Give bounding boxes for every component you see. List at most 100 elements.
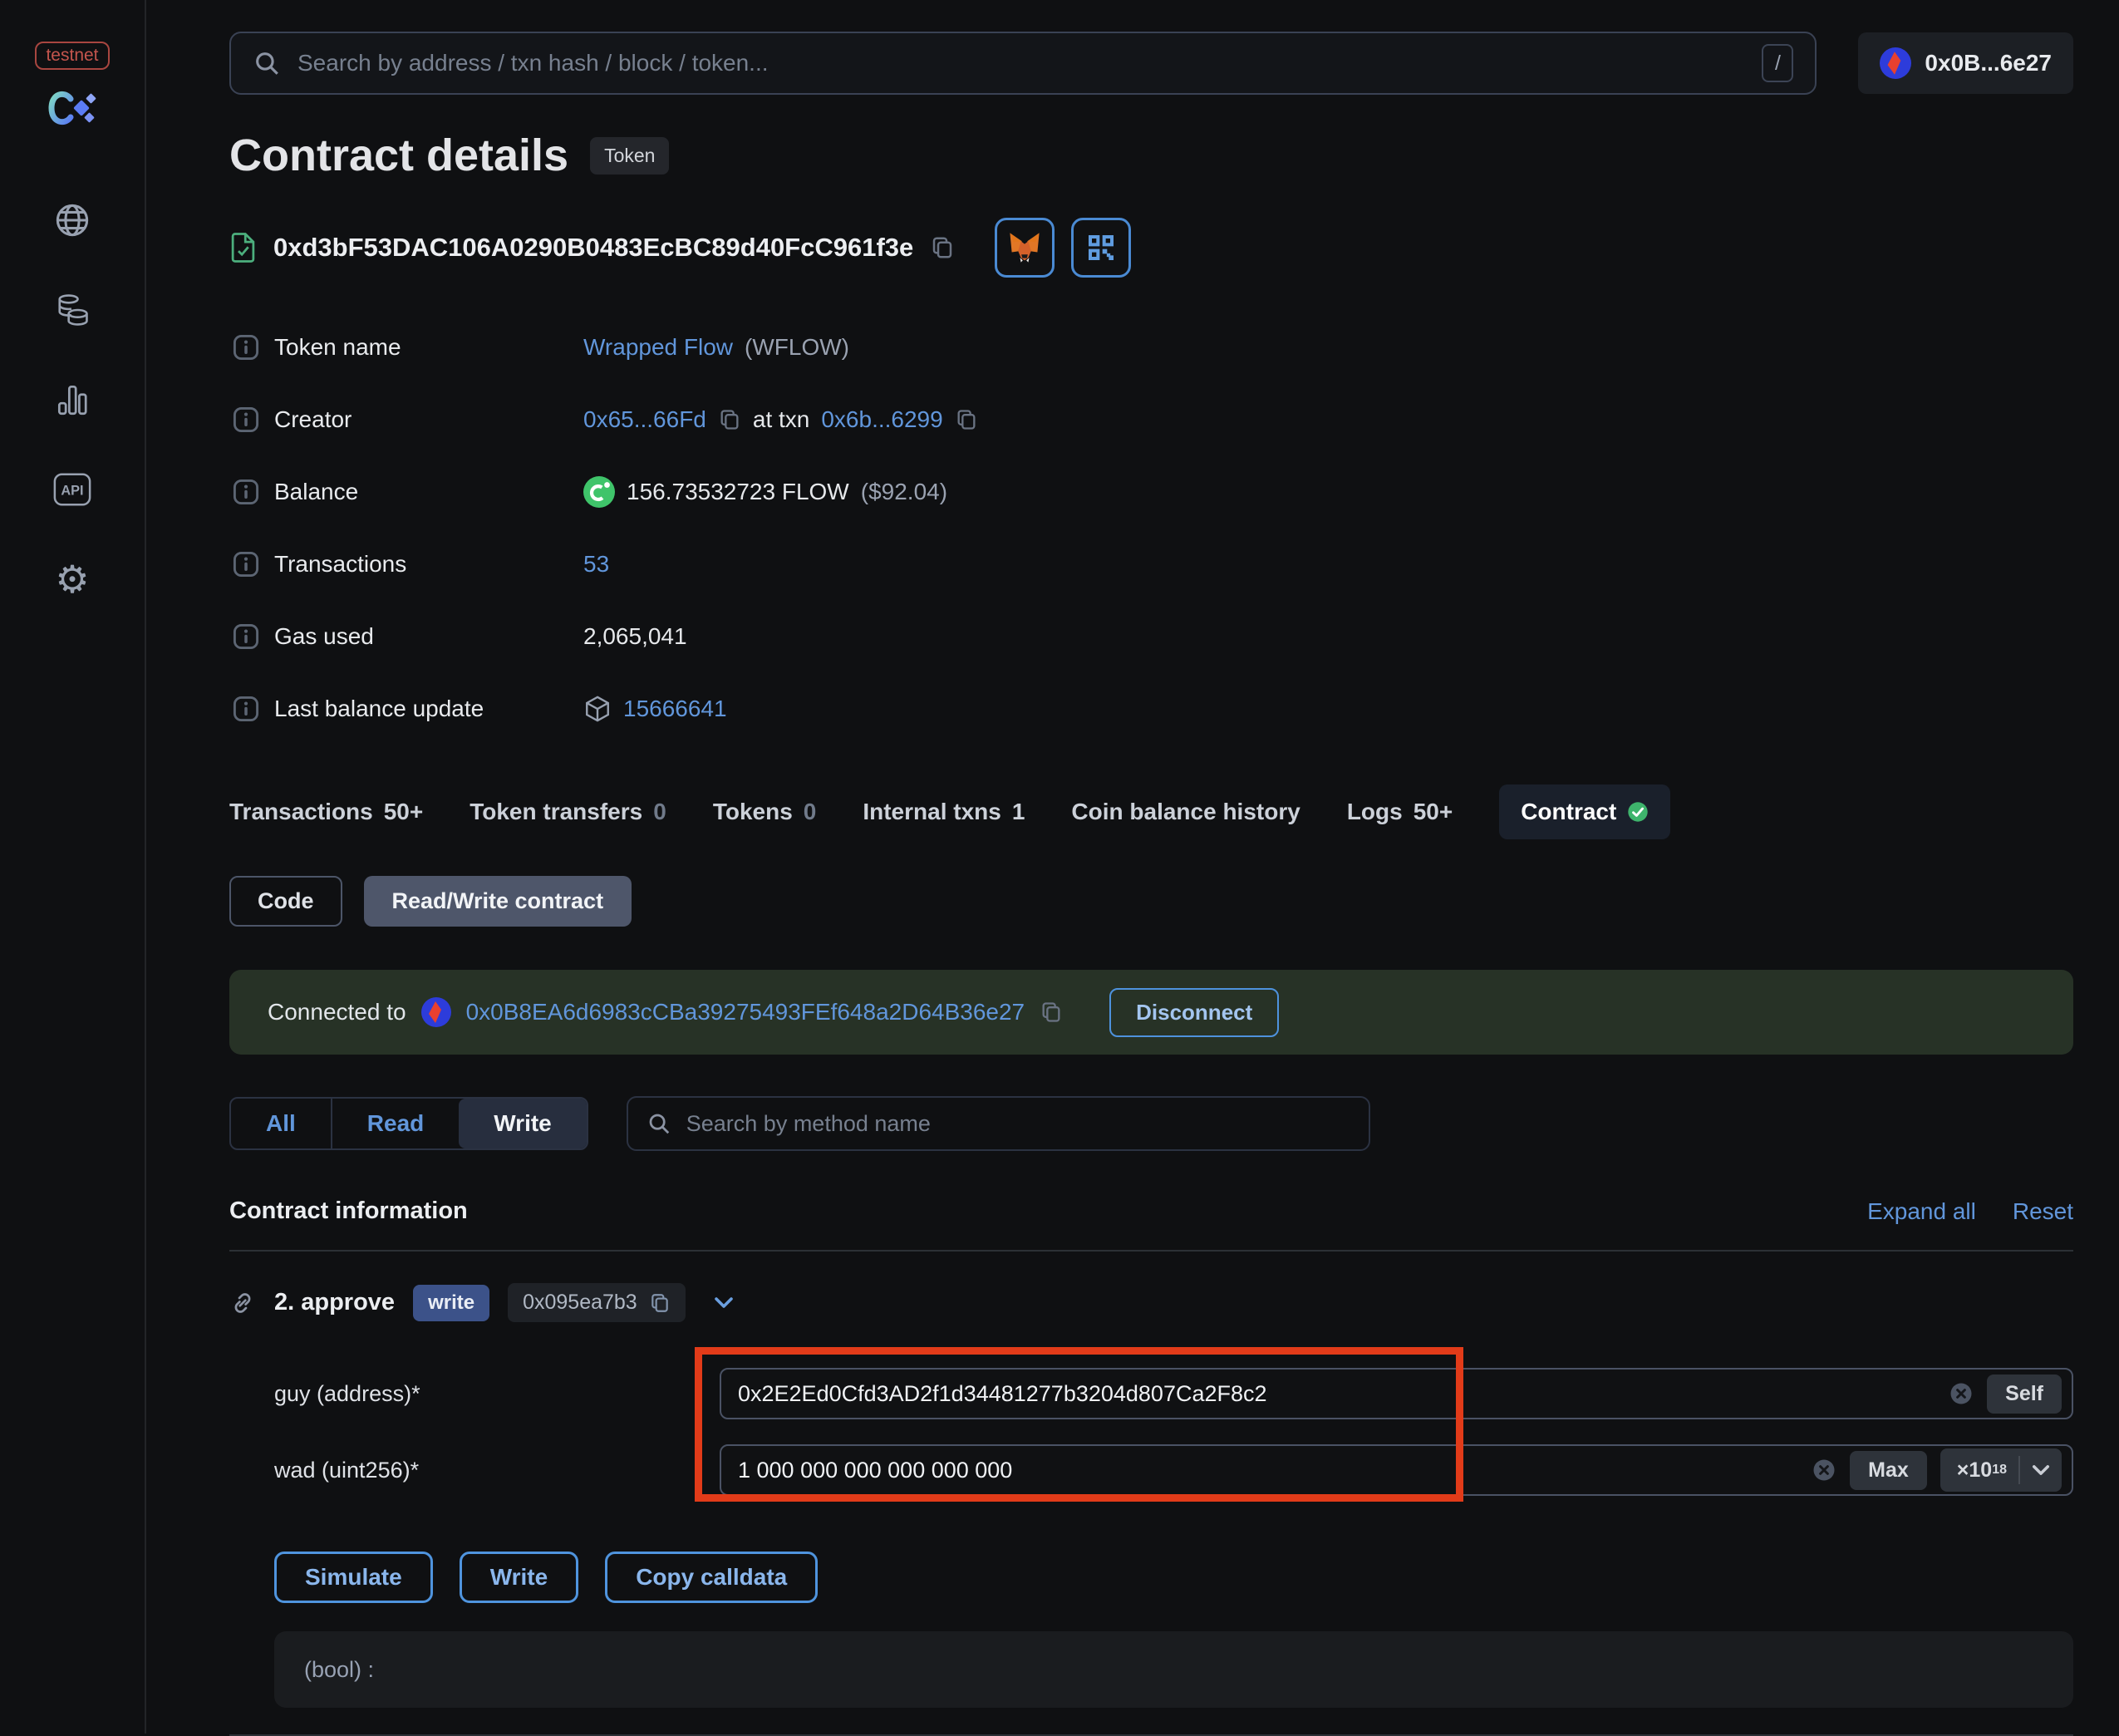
sidebar-nav: API ⚙ xyxy=(52,200,92,599)
creator-address-link[interactable]: 0x65...66Fd xyxy=(583,406,706,433)
svg-text:API: API xyxy=(61,484,83,499)
tab-transactions[interactable]: Transactions 50+ xyxy=(229,799,423,825)
contract-information-title: Contract information xyxy=(229,1197,468,1224)
info-icon xyxy=(233,696,274,722)
metamask-fox-icon xyxy=(1006,229,1043,266)
info-label: Creator xyxy=(274,406,352,432)
page-header: Contract details Token xyxy=(229,130,2073,181)
tab-logs[interactable]: Logs 50+ xyxy=(1347,799,1453,825)
method-fields: guy (address)* Self wad (uint256)* Max xyxy=(229,1347,2073,1508)
clear-guy-icon[interactable] xyxy=(1949,1381,1974,1406)
network-globe-icon[interactable] xyxy=(52,200,92,240)
method-actions: Simulate Write Copy calldata xyxy=(229,1552,2073,1603)
copy-calldata-button[interactable]: Copy calldata xyxy=(605,1552,819,1603)
info-icon xyxy=(233,623,274,650)
creation-txn-link[interactable]: 0x6b...6299 xyxy=(821,406,942,433)
expand-all-link[interactable]: Expand all xyxy=(1867,1198,1976,1225)
field-row-guy: guy (address)* Self xyxy=(229,1355,2073,1432)
info-icon xyxy=(233,334,274,361)
add-to-metamask-button[interactable] xyxy=(995,218,1055,278)
info-row-transactions: Transactions 53 xyxy=(233,528,2073,600)
search-icon xyxy=(647,1111,671,1136)
wad-uint256-input[interactable] xyxy=(738,1457,1799,1483)
multiplier-exponent: 18 xyxy=(1992,1463,2007,1477)
code-tab-button[interactable]: Code xyxy=(229,876,342,927)
info-row-creator: Creator 0x65...66Fd at txn 0x6b...6299 xyxy=(233,383,2073,455)
section-divider xyxy=(229,1250,2073,1252)
filter-all[interactable]: All xyxy=(231,1099,331,1148)
copy-creator-icon[interactable] xyxy=(718,408,741,431)
block-cube-icon xyxy=(583,695,612,723)
gas-used-value: 2,065,041 xyxy=(583,622,687,649)
contract-information-header: Contract information Expand all Reset xyxy=(229,1197,2073,1225)
tab-contract[interactable]: Contract xyxy=(1499,784,1671,839)
copy-address-icon[interactable] xyxy=(930,235,955,260)
transactions-count-link[interactable]: 53 xyxy=(583,551,609,578)
disconnect-button[interactable]: Disconnect xyxy=(1109,987,1280,1037)
clear-wad-icon[interactable] xyxy=(1812,1458,1836,1483)
tab-token-transfers[interactable]: Token transfers 0 xyxy=(470,799,666,825)
method-output-box: (bool) : xyxy=(274,1631,2073,1708)
method-search[interactable] xyxy=(626,1096,1370,1151)
verified-contract-icon xyxy=(229,231,257,264)
multiplier-chevron-down-icon[interactable] xyxy=(2032,1464,2050,1476)
qr-code-icon xyxy=(1084,231,1118,264)
balance-amount: 156.73532723 FLOW xyxy=(627,478,849,504)
tokens-coins-icon[interactable] xyxy=(52,290,92,330)
topbar: / 0x0B...6e27 xyxy=(229,32,2073,95)
tab-internal-txns[interactable]: Internal txns 1 xyxy=(863,799,1025,825)
filter-read[interactable]: Read xyxy=(330,1099,459,1148)
account-button[interactable]: 0x0B...6e27 xyxy=(1858,32,2073,94)
collapse-method-chevron-icon[interactable] xyxy=(714,1296,734,1309)
method-approve-row[interactable]: 2. approve write 0x095ea7b3 xyxy=(229,1283,2073,1322)
wad-uint256-field[interactable]: Max ×1018 xyxy=(720,1444,2073,1496)
reset-link[interactable]: Reset xyxy=(2013,1198,2073,1225)
filter-write[interactable]: Write xyxy=(459,1099,587,1148)
token-symbol: (WFLOW) xyxy=(745,333,849,360)
qr-code-button[interactable] xyxy=(1071,218,1132,278)
field-label-guy: guy (address)* xyxy=(274,1380,420,1406)
global-search[interactable]: / xyxy=(229,32,1817,95)
multiplier-dropdown[interactable]: ×10 18 xyxy=(1940,1448,2062,1492)
info-icon xyxy=(233,551,274,578)
copy-connected-address-icon[interactable] xyxy=(1040,1001,1063,1024)
write-button[interactable]: Write xyxy=(459,1552,579,1603)
connected-address-link[interactable]: 0x0B8EA6d6983cCBa39275493FEf648a2D64B36e… xyxy=(466,999,1025,1025)
last-balance-block-link[interactable]: 15666641 xyxy=(623,696,727,722)
method-name: 2. approve xyxy=(274,1289,396,1316)
info-label: Last balance update xyxy=(274,695,484,721)
settings-gear-icon[interactable]: ⚙ xyxy=(52,559,92,599)
info-icon xyxy=(233,479,274,505)
self-button[interactable]: Self xyxy=(1987,1374,2062,1414)
stats-chart-icon[interactable] xyxy=(52,380,92,420)
simulate-button[interactable]: Simulate xyxy=(274,1552,433,1603)
guy-address-field[interactable]: Self xyxy=(720,1368,2073,1419)
tab-coin-balance-history[interactable]: Coin balance history xyxy=(1071,799,1300,825)
info-row-gas-used: Gas used 2,065,041 xyxy=(233,600,2073,672)
info-label: Token name xyxy=(274,333,401,360)
method-anchor-link-icon[interactable] xyxy=(229,1290,256,1316)
copy-selector-icon[interactable] xyxy=(649,1292,671,1314)
contract-address: 0xd3bF53DAC106A0290B0483EcBC89d40FcC961f… xyxy=(273,233,914,262)
sidebar: testnet API ⚙ xyxy=(0,0,146,1734)
connected-avatar xyxy=(420,997,451,1027)
balance-usd: ($92.04) xyxy=(860,478,948,504)
global-search-input[interactable] xyxy=(297,50,1746,76)
tab-tokens[interactable]: Tokens 0 xyxy=(713,799,817,825)
method-search-input[interactable] xyxy=(686,1110,1350,1137)
api-docs-icon[interactable]: API xyxy=(52,470,92,509)
account-avatar xyxy=(1880,47,1912,79)
verified-check-icon xyxy=(1627,801,1649,823)
token-name-link[interactable]: Wrapped Flow xyxy=(583,334,733,361)
read-write-contract-tab-button[interactable]: Read/Write contract xyxy=(363,876,632,927)
token-type-badge: Token xyxy=(590,136,670,175)
page-title: Contract details xyxy=(229,130,569,180)
copy-txn-icon[interactable] xyxy=(955,408,978,431)
contract-info-rows: Token name Wrapped Flow (WFLOW) Creator … xyxy=(229,311,2073,745)
app-logo-icon[interactable] xyxy=(46,88,99,132)
flow-token-icon xyxy=(583,475,615,508)
guy-address-input[interactable] xyxy=(738,1380,1936,1407)
info-row-token-name: Token name Wrapped Flow (WFLOW) xyxy=(233,311,2073,383)
max-button[interactable]: Max xyxy=(1850,1450,1927,1490)
main-content: / 0x0B...6e27 Contract details Token xyxy=(146,0,2119,1736)
